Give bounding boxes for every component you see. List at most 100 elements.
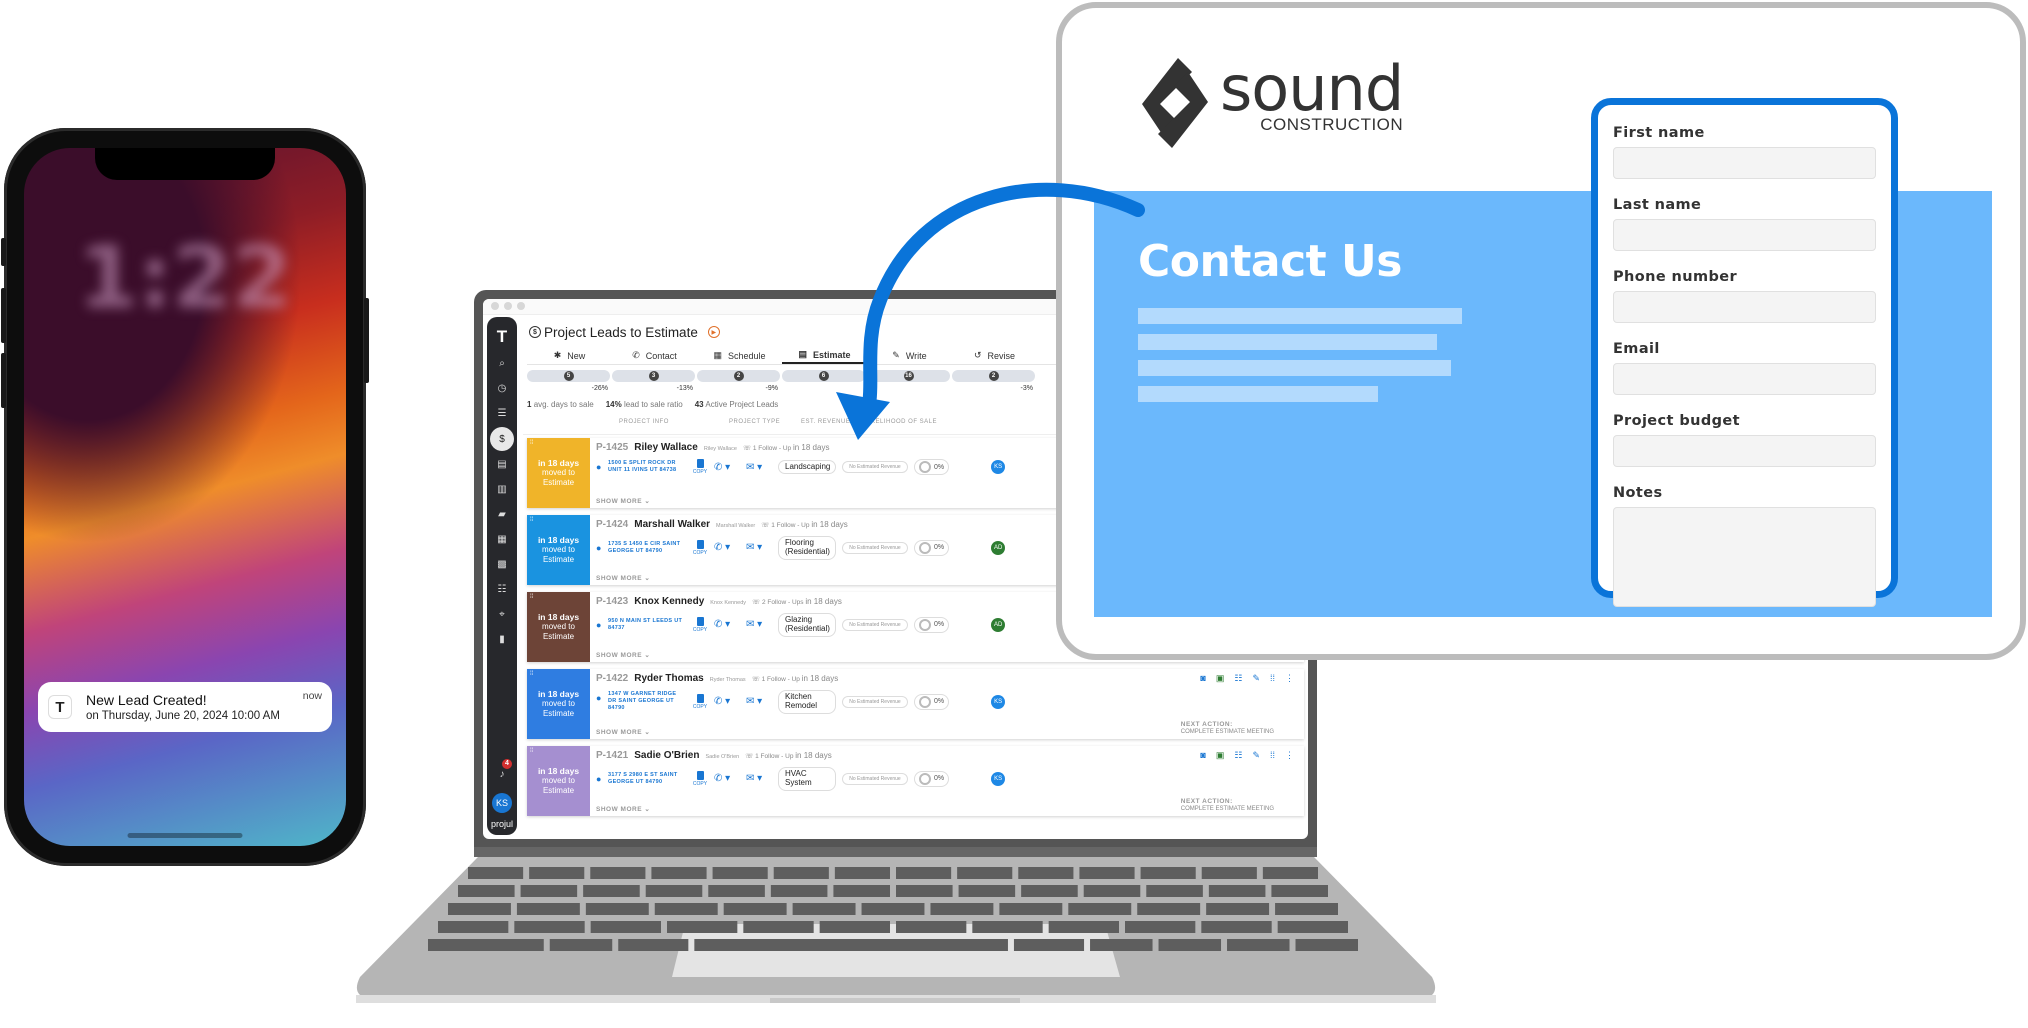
- sync-icon[interactable]: ▣: [1216, 673, 1225, 684]
- show-more-button[interactable]: SHOW MORE ⌄: [596, 728, 650, 736]
- lead-name[interactable]: Ryder Thomas: [634, 673, 703, 684]
- play-tutorial-icon[interactable]: ▶: [707, 326, 720, 338]
- lead-contact[interactable]: Riley Wallace: [704, 446, 737, 452]
- tab-new[interactable]: ✱ New: [527, 347, 612, 364]
- column-est-revenue[interactable]: EST. REVENUE: [801, 419, 850, 425]
- follow-up-info[interactable]: ☏ 1 Follow - Up in 18 days: [745, 751, 832, 760]
- sidebar-document-icon[interactable]: ▤: [490, 452, 514, 477]
- lead-row[interactable]: ⁞⁞ in 18 days moved to Estimate P-1422 Ryder …: [527, 669, 1304, 739]
- sidebar-money-bag-icon[interactable]: $: [490, 427, 514, 451]
- project-type[interactable]: HVAC System: [778, 767, 836, 791]
- drag-handle-icon[interactable]: ⁞⁞: [530, 440, 533, 448]
- lead-name[interactable]: Marshall Walker: [634, 519, 710, 530]
- lead-address-link[interactable]: 3177 S 2980 E ST SAINT GEORGE UT 84790: [596, 772, 686, 786]
- tasks-icon[interactable]: ☷: [1234, 750, 1242, 761]
- estimated-revenue[interactable]: No Estimated Revenue: [842, 541, 908, 554]
- lead-id[interactable]: P-1422: [596, 673, 628, 684]
- sync-icon[interactable]: ▣: [1216, 750, 1225, 761]
- column-project-type[interactable]: PROJECT TYPE: [729, 419, 780, 425]
- show-more-button[interactable]: SHOW MORE ⌄: [596, 497, 650, 505]
- follow-up-info[interactable]: ☏ 1 Follow - Up in 18 days: [761, 520, 848, 529]
- sidebar-folder-icon[interactable]: ▰: [490, 502, 514, 527]
- sidebar-calendar-icon[interactable]: ▦: [490, 527, 514, 552]
- show-more-button[interactable]: SHOW MORE ⌄: [596, 574, 650, 582]
- lead-address-link[interactable]: 950 N MAIN ST LEEDS UT 84737: [596, 618, 686, 632]
- likelihood-of-sale[interactable]: 0%: [914, 616, 950, 633]
- camera-icon[interactable]: ◙: [1200, 673, 1205, 684]
- sidebar-search-icon[interactable]: ⌕: [490, 351, 514, 376]
- pipeline-stage[interactable]: 3: [612, 370, 695, 382]
- project-type[interactable]: Flooring (Residential): [778, 536, 836, 560]
- lead-id[interactable]: P-1424: [596, 519, 628, 530]
- follow-up-info[interactable]: ☏ 1 Follow - Up in 18 days: [743, 443, 830, 452]
- next-action-dropdown[interactable]: NEXT ACTION:COMPLETE ESTIMATE MEETING: [1181, 798, 1274, 813]
- phone-dropdown-icon[interactable]: ✆ ▾: [714, 773, 740, 784]
- tab-revise[interactable]: ↺ Revise: [952, 347, 1037, 364]
- phone-dropdown-icon[interactable]: ✆ ▾: [714, 542, 740, 553]
- likelihood-of-sale[interactable]: 0%: [914, 693, 950, 710]
- notifications-bell-icon[interactable]: ♪ 4: [490, 759, 514, 787]
- estimated-revenue[interactable]: No Estimated Revenue: [842, 695, 908, 708]
- lead-id[interactable]: P-1421: [596, 750, 628, 761]
- grid-icon[interactable]: ⁞⁞: [1270, 750, 1275, 761]
- estimated-revenue[interactable]: No Estimated Revenue: [842, 772, 908, 785]
- lead-contact[interactable]: Ryder Thomas: [710, 677, 746, 683]
- drag-handle-icon[interactable]: ⁞⁞: [530, 517, 533, 525]
- pipeline-stage[interactable]: 5: [527, 370, 610, 382]
- email-input[interactable]: [1613, 363, 1876, 395]
- lead-name[interactable]: Riley Wallace: [634, 442, 698, 453]
- first-name-input[interactable]: [1613, 147, 1876, 179]
- show-more-button[interactable]: SHOW MORE ⌄: [596, 805, 650, 813]
- email-dropdown-icon[interactable]: ✉ ▾: [746, 542, 772, 553]
- phone-number-input[interactable]: [1613, 291, 1876, 323]
- lead-id[interactable]: P-1425: [596, 442, 628, 453]
- copy-address-button[interactable]: COPY: [692, 770, 708, 787]
- camera-icon[interactable]: ◙: [1200, 750, 1205, 761]
- lead-contact[interactable]: Knox Kennedy: [710, 600, 746, 606]
- drag-handle-icon[interactable]: ⁞⁞: [530, 671, 533, 679]
- close-dot[interactable]: [491, 302, 499, 310]
- copy-address-button[interactable]: COPY: [692, 459, 708, 475]
- column-likelihood[interactable]: LIKELIHOOD OF SALE: [865, 419, 937, 425]
- drag-handle-icon[interactable]: ⁞⁞: [530, 594, 533, 602]
- project-budget-input[interactable]: [1613, 435, 1876, 467]
- edit-icon[interactable]: ✎: [1252, 673, 1260, 684]
- lead-row[interactable]: ⁞⁞ in 18 days moved to Estimate P-1421 Sadie …: [527, 746, 1304, 816]
- edit-icon[interactable]: ✎: [1252, 750, 1260, 761]
- last-name-input[interactable]: [1613, 219, 1876, 251]
- follow-up-info[interactable]: ☏ 1 Follow - Up in 18 days: [752, 674, 839, 683]
- lead-name[interactable]: Knox Kennedy: [634, 596, 704, 607]
- assignee-avatar[interactable]: AD: [991, 617, 1006, 632]
- pipeline-stage[interactable]: 2: [952, 370, 1035, 382]
- project-type[interactable]: Kitchen Remodel: [778, 690, 836, 714]
- lead-address-link[interactable]: 1735 S 1450 E CIR SAINT GEORGE UT 84790: [596, 541, 686, 555]
- tab-schedule[interactable]: ▦ Schedule: [697, 347, 782, 364]
- user-avatar[interactable]: KS: [492, 793, 512, 813]
- sidebar-reports-icon[interactable]: ▮: [490, 627, 514, 652]
- tasks-icon[interactable]: ☷: [1234, 673, 1242, 684]
- phone-dropdown-icon[interactable]: ✆ ▾: [714, 696, 740, 707]
- show-more-button[interactable]: SHOW MORE ⌄: [596, 651, 650, 659]
- copy-address-button[interactable]: COPY: [692, 616, 708, 633]
- email-dropdown-icon[interactable]: ✉ ▾: [746, 619, 772, 630]
- maximize-dot[interactable]: [517, 302, 525, 310]
- phone-dropdown-icon[interactable]: ✆ ▾: [714, 462, 740, 473]
- phone-dropdown-icon[interactable]: ✆ ▾: [714, 619, 740, 630]
- notes-textarea[interactable]: [1613, 507, 1876, 607]
- project-type[interactable]: Glazing (Residential): [778, 613, 836, 637]
- email-dropdown-icon[interactable]: ✉ ▾: [746, 462, 772, 473]
- copy-address-button[interactable]: COPY: [692, 539, 708, 556]
- assignee-avatar[interactable]: KS: [991, 694, 1006, 709]
- lead-address-link[interactable]: 1347 W GARNET RIDGE DR SAINT GEORGE UT 8…: [596, 691, 686, 712]
- pipeline-stage[interactable]: 16: [867, 370, 950, 382]
- follow-up-info[interactable]: ☏ 2 Follow - Ups in 18 days: [752, 597, 842, 606]
- lead-address-link[interactable]: 1500 E SPLIT ROCK DR UNIT 11 IVINS UT 84…: [596, 460, 686, 474]
- pipeline-stage[interactable]: 2: [697, 370, 780, 382]
- sidebar-team-icon[interactable]: ☷: [490, 577, 514, 602]
- lead-name[interactable]: Sadie O'Brien: [634, 750, 699, 761]
- tab-write[interactable]: ✎ Write: [867, 347, 952, 364]
- lead-id[interactable]: P-1423: [596, 596, 628, 607]
- email-dropdown-icon[interactable]: ✉ ▾: [746, 696, 772, 707]
- estimated-revenue[interactable]: No Estimated Revenue: [842, 461, 908, 473]
- drag-handle-icon[interactable]: ⁞⁞: [530, 748, 533, 756]
